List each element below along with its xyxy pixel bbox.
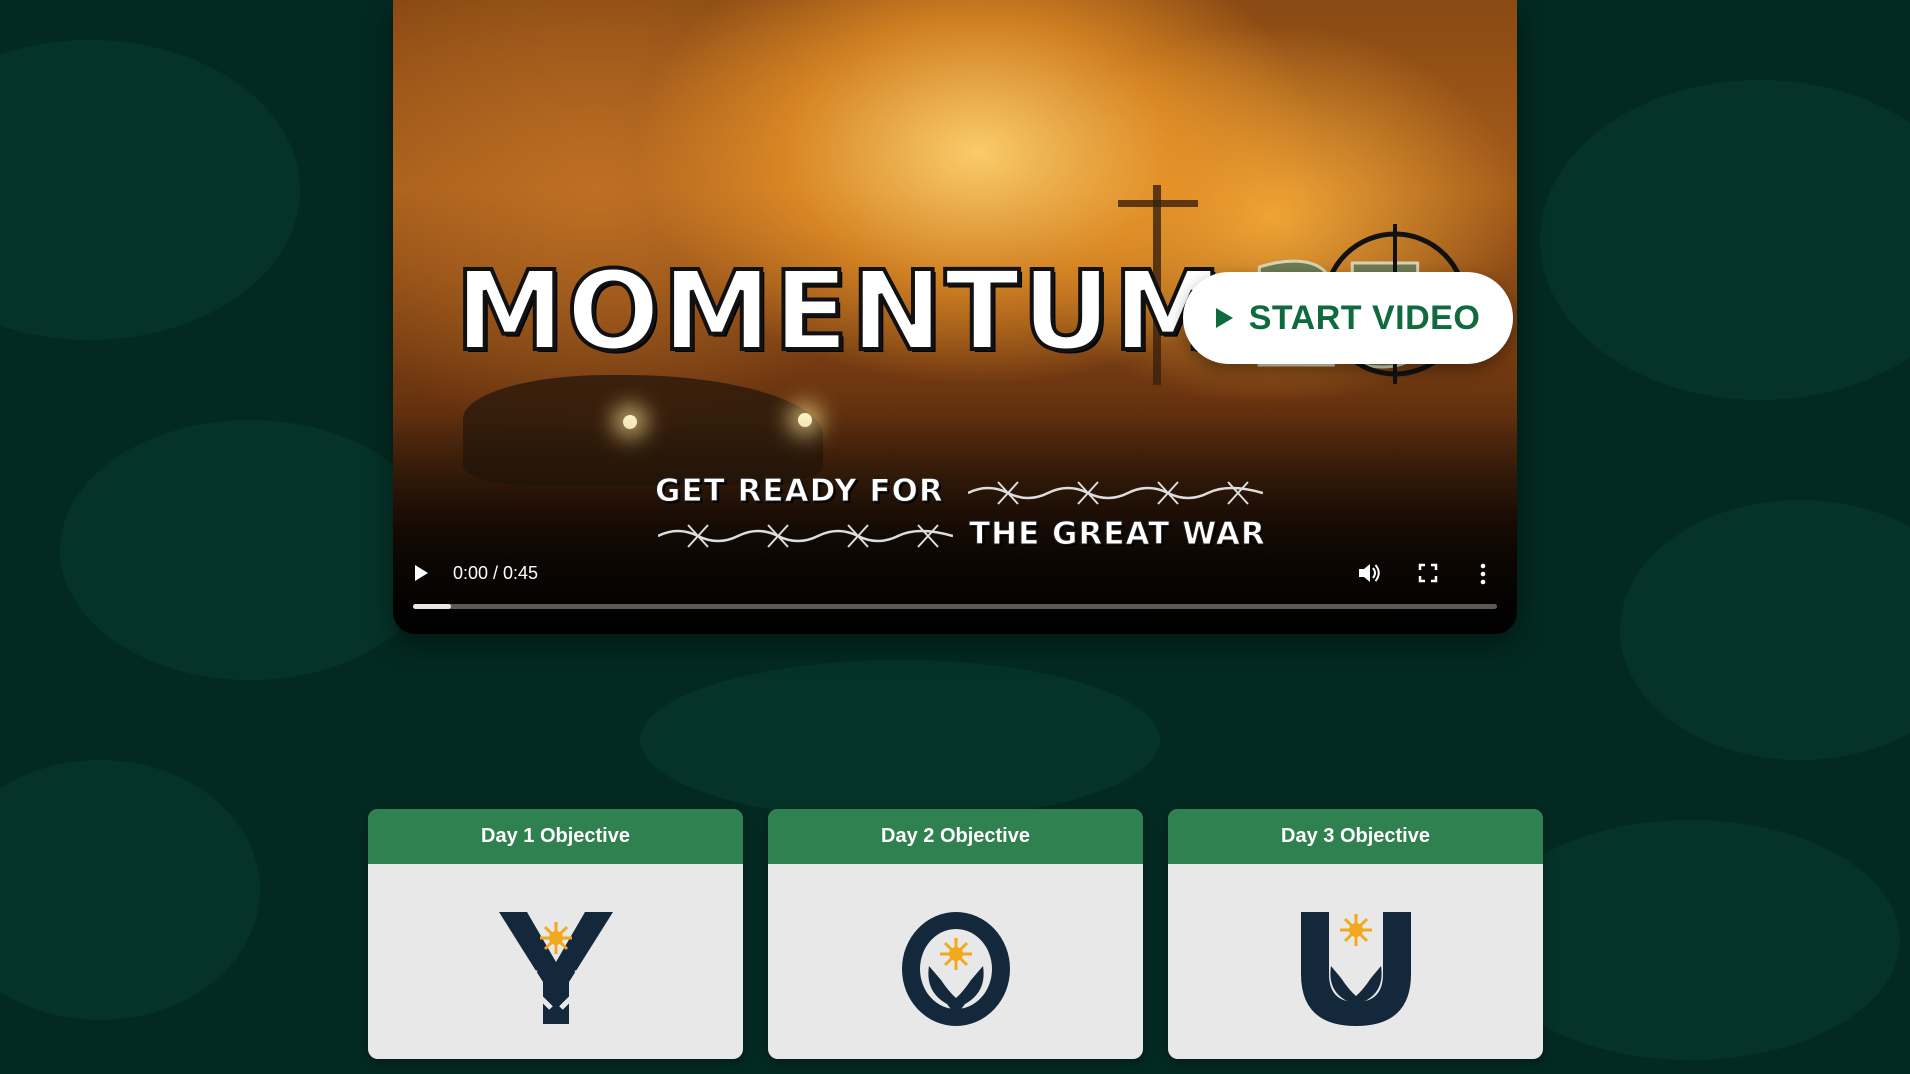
play-icon: [1215, 308, 1233, 328]
day-1-objective-card[interactable]: Day 1 Objective: [368, 809, 743, 1059]
progress-fill: [413, 604, 451, 609]
day-3-objective-card[interactable]: Day 3 Objective: [1168, 809, 1543, 1059]
fullscreen-icon[interactable]: [1418, 563, 1438, 583]
card-header: Day 1 Objective: [368, 809, 743, 864]
card-header: Day 2 Objective: [768, 809, 1143, 864]
more-options-icon[interactable]: [1478, 563, 1488, 585]
play-icon[interactable]: [415, 565, 428, 581]
day-2-objective-card[interactable]: Day 2 Objective: [768, 809, 1143, 1059]
start-video-label: START VIDEO: [1248, 298, 1481, 337]
video-player[interactable]: MOMENTUM 25 START VIDEO GET READY FOR TH…: [393, 0, 1517, 634]
start-video-button[interactable]: START VIDEO: [1183, 272, 1513, 364]
tagline-line-1: GET READY FOR: [655, 473, 944, 510]
barbed-wire-icon: [968, 481, 1263, 505]
y-hands-sun-icon: [498, 912, 613, 1024]
time-display: 0:00 / 0:45: [453, 563, 539, 583]
o-hands-sun-icon: [901, 912, 1010, 1026]
progress-bar[interactable]: [413, 604, 1497, 609]
u-hands-sun-icon: [1300, 912, 1411, 1026]
video-title-text: MOMENTUM: [453, 247, 1225, 375]
video-controls: [393, 524, 1517, 634]
objectives-section: Day 1 Objective Day 2 Objective Day 3 Ob…: [368, 809, 1544, 1059]
volume-icon[interactable]: [1357, 562, 1381, 584]
card-header: Day 3 Objective: [1168, 809, 1543, 864]
